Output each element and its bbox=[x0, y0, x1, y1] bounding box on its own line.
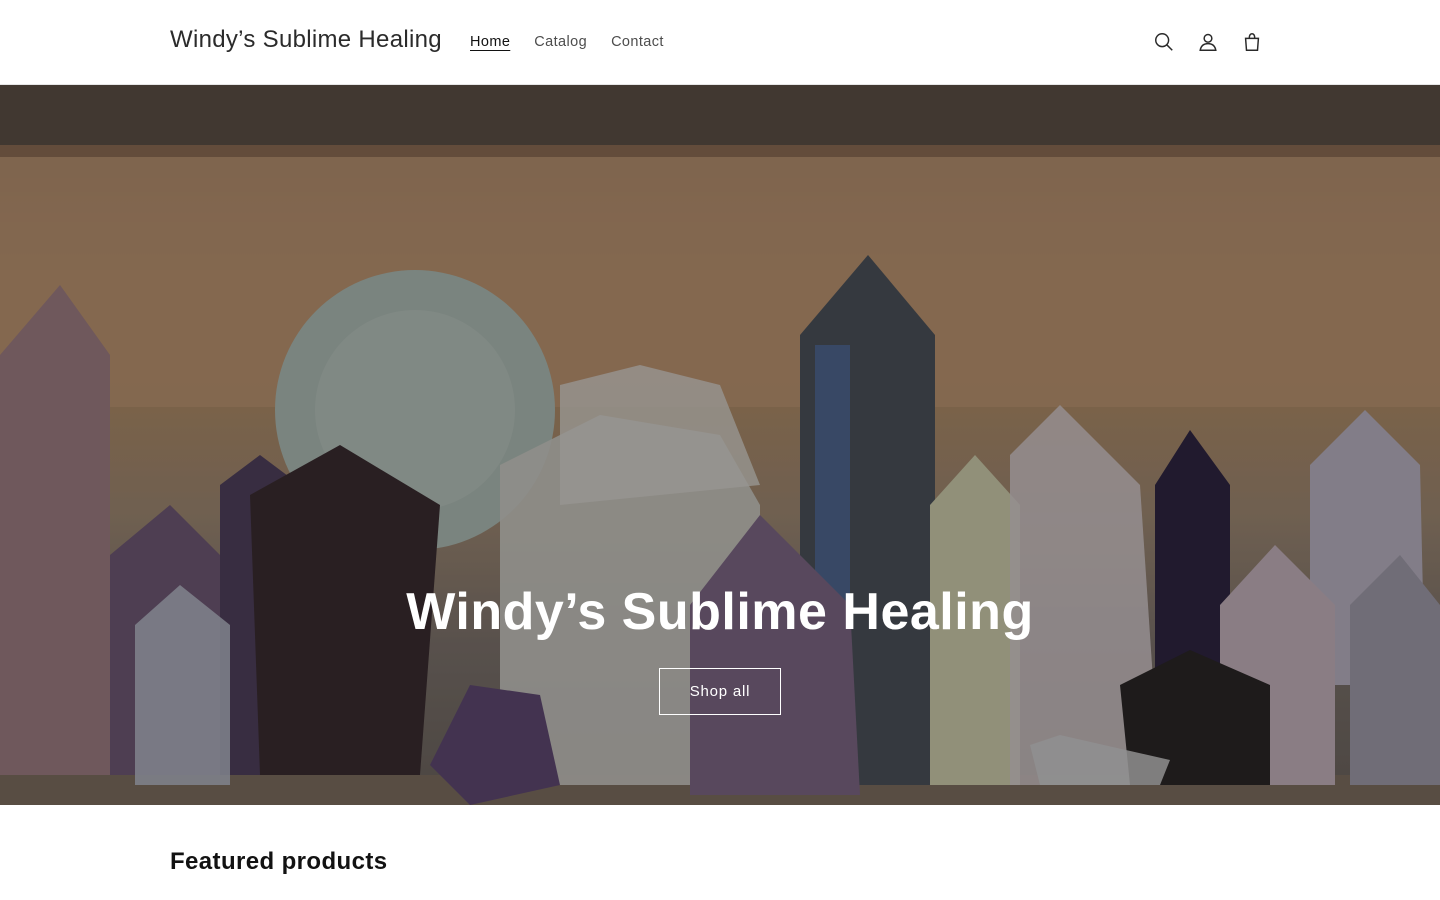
brand-logo-link[interactable]: Windy’s Sublime Healing bbox=[170, 26, 442, 54]
hero-title: Windy’s Sublime Healing bbox=[406, 583, 1034, 641]
featured-products-heading: Featured products bbox=[170, 848, 388, 875]
search-button[interactable] bbox=[1142, 20, 1186, 64]
account-icon bbox=[1199, 33, 1217, 51]
shop-all-button[interactable]: Shop all bbox=[659, 668, 781, 715]
header-icons bbox=[1142, 20, 1274, 64]
hero-banner: Windy’s Sublime Healing Shop all bbox=[0, 85, 1440, 805]
cart-button[interactable] bbox=[1230, 20, 1274, 64]
search-icon bbox=[1155, 33, 1173, 51]
nav-link-home[interactable]: Home bbox=[458, 26, 522, 58]
cart-icon bbox=[1244, 33, 1260, 51]
nav-link-catalog[interactable]: Catalog bbox=[522, 26, 599, 58]
nav-link-contact[interactable]: Contact bbox=[599, 26, 676, 58]
account-button[interactable] bbox=[1186, 20, 1230, 64]
site-header: Windy’s Sublime Healing Home Catalog Con… bbox=[0, 0, 1440, 85]
main-nav: Home Catalog Contact bbox=[458, 0, 676, 84]
